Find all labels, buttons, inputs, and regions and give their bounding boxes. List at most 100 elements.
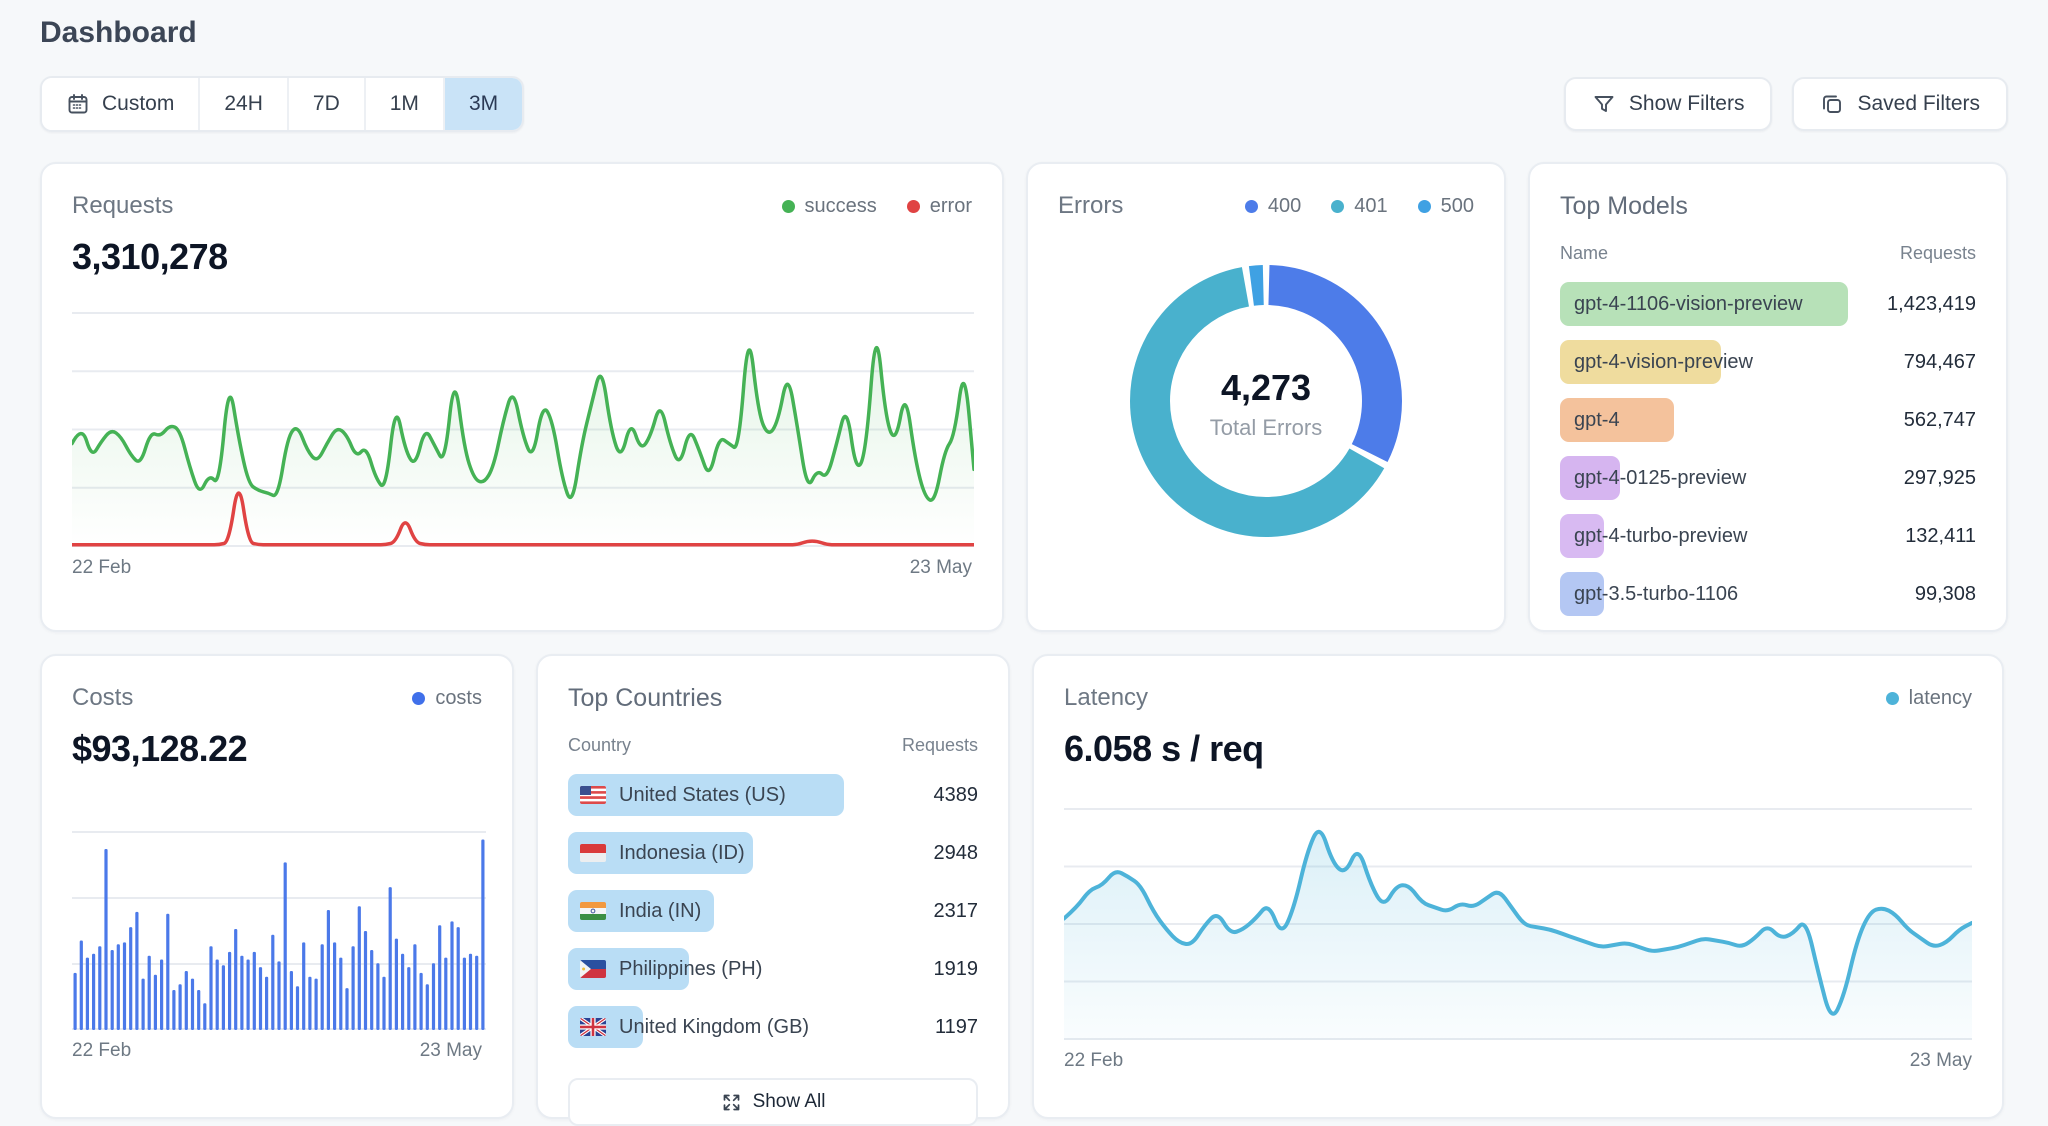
costs-card-title: Costs — [72, 684, 133, 712]
country-row: Indonesia (ID) 2948 — [568, 830, 978, 876]
country-name: India (IN) — [580, 900, 701, 923]
requests-card-title: Requests — [72, 192, 173, 220]
flag-id-icon — [580, 844, 606, 862]
show-all-label: Show All — [753, 1091, 826, 1113]
model-row: gpt-4 562,747 — [1560, 396, 1976, 444]
country-rows: United States (US) 4389 Indonesia (ID) 2948… — [568, 772, 978, 1050]
saved-filters-button[interactable]: Saved Filters — [1792, 77, 2008, 131]
errors-donut-chart — [1111, 246, 1421, 556]
country-row: United States (US) 4389 — [568, 772, 978, 818]
top-countries-title: Top Countries — [568, 684, 978, 713]
top-countries-card: Top Countries Country Requests United St… — [536, 654, 1010, 1119]
country-requests: 2317 — [934, 900, 979, 923]
models-col-requests: Requests — [1900, 243, 1976, 264]
range-3m-button[interactable]: 3M — [445, 78, 522, 130]
latency-value: 6.058 s / req — [1064, 728, 1972, 770]
legend-item-costs: costs — [412, 687, 482, 710]
model-name: gpt-4-1106-vision-preview — [1574, 293, 1803, 316]
calendar-icon — [66, 92, 90, 116]
costs-legend: costs — [382, 687, 482, 710]
requests-card: Requests successerror 3,310,278 22 Feb 2… — [40, 162, 1004, 632]
requests-legend: success error — [752, 195, 972, 218]
latency-x-axis: 22 Feb 23 May — [1064, 1050, 1972, 1072]
country-row: United Kingdom (GB)1197 — [568, 1004, 978, 1050]
x-axis-end-label: 23 May — [910, 557, 972, 579]
legend-dot — [782, 200, 795, 213]
legend-item-success: success — [782, 195, 877, 218]
legend-dot — [1245, 200, 1258, 213]
model-requests: 297,925 — [1904, 467, 1976, 490]
legend-dot — [1331, 200, 1344, 213]
costs-total-value: $93,128.22 — [72, 728, 482, 770]
model-row: gpt-3.5-turbo-110699,308 — [1560, 570, 1976, 618]
x-axis-end-label: 23 May — [1910, 1050, 1972, 1072]
countries-col-requests: Requests — [902, 735, 978, 756]
legend-item-error: error — [907, 195, 972, 218]
x-axis-end-label: 23 May — [420, 1040, 482, 1062]
legend-item-latency: latency — [1886, 687, 1972, 710]
range-7d-button[interactable]: 7D — [289, 78, 366, 130]
country-name: United States (US) — [580, 784, 786, 807]
top-models-columns: Name Requests — [1560, 243, 1976, 264]
legend-dot — [907, 200, 920, 213]
range-custom-button[interactable]: Custom — [42, 78, 200, 130]
range-24h-button[interactable]: 24H — [200, 78, 289, 130]
model-requests: 132,411 — [1905, 525, 1976, 548]
latency-legend: latency — [1856, 687, 1972, 710]
legend-item-400: 400 — [1245, 195, 1301, 218]
x-axis-start-label: 22 Feb — [1064, 1050, 1123, 1072]
show-filters-button[interactable]: Show Filters — [1564, 77, 1773, 131]
model-name: gpt-4-0125-preview — [1574, 467, 1746, 490]
legend-item-401: 401 — [1331, 195, 1387, 218]
show-all-button[interactable]: Show All — [568, 1078, 978, 1126]
dashboard-page: Dashboard Custom24H7D1M3M Show Filters S… — [0, 0, 2048, 1119]
model-row: gpt-4-turbo-preview 132,411 — [1560, 512, 1976, 560]
model-name: gpt-4-turbo-preview — [1574, 525, 1747, 548]
country-row: India (IN) 2317 — [568, 888, 978, 934]
country-row: Philippines (PH) 1919 — [568, 946, 978, 992]
latency-area-chart — [1064, 808, 1972, 1040]
saved-filters-copy-icon — [1820, 92, 1844, 116]
legend-dot — [1418, 200, 1431, 213]
costs-x-axis: 22 Feb 23 May — [72, 1040, 482, 1062]
latency-card: Latency latency 6.058 s / req 22 Feb 23 … — [1032, 654, 2004, 1119]
flag-ph-icon — [580, 960, 606, 978]
country-requests: 1919 — [934, 958, 979, 981]
legend-item-500: 500 — [1418, 195, 1474, 218]
expand-icon — [721, 1092, 742, 1113]
model-row: gpt-4-vision-preview794,467 — [1560, 338, 1976, 386]
page-title: Dashboard — [40, 16, 2008, 50]
errors-card: Errors 400 401 500 4,273 Total Errors — [1026, 162, 1506, 632]
time-range-selector: Custom24H7D1M3M — [40, 76, 524, 132]
top-models-card: Top Models Name Requests gpt-4-1106-visi… — [1528, 162, 2008, 632]
costs-bar-chart — [72, 830, 486, 1030]
model-row: gpt-4-0125-preview 297,925 — [1560, 454, 1976, 502]
model-name: gpt-4 — [1574, 409, 1620, 432]
country-name: Indonesia (ID) — [580, 842, 745, 865]
show-filters-label: Show Filters — [1629, 92, 1745, 116]
models-col-name: Name — [1560, 243, 1608, 264]
requests-line-chart — [72, 312, 974, 547]
costs-card: Costs costs $93,128.22 22 Feb 23 May — [40, 654, 514, 1119]
requests-x-axis: 22 Feb 23 May — [72, 557, 972, 579]
x-axis-start-label: 22 Feb — [72, 1040, 131, 1062]
toolbar: Custom24H7D1M3M Show Filters Saved Filte… — [40, 76, 2008, 132]
top-models-title: Top Models — [1560, 192, 1976, 221]
model-requests: 562,747 — [1904, 409, 1976, 432]
country-name: Philippines (PH) — [580, 958, 762, 981]
saved-filters-label: Saved Filters — [1857, 92, 1980, 116]
country-requests: 2948 — [934, 842, 979, 865]
country-requests: 4389 — [934, 784, 979, 807]
errors-donut-wrap: 4,273 Total Errors — [1111, 246, 1421, 561]
x-axis-start-label: 22 Feb — [72, 557, 131, 579]
legend-dot — [1886, 692, 1899, 705]
range-1m-button[interactable]: 1M — [366, 78, 445, 130]
model-requests: 1,423,419 — [1887, 293, 1976, 316]
legend-dot — [412, 692, 425, 705]
model-name: gpt-4-vision-preview — [1574, 351, 1753, 374]
flag-us-icon — [580, 786, 606, 804]
countries-col-country: Country — [568, 735, 631, 756]
errors-card-title: Errors — [1058, 192, 1123, 220]
model-requests: 99,308 — [1915, 583, 1976, 606]
flag-in-icon — [580, 902, 606, 920]
